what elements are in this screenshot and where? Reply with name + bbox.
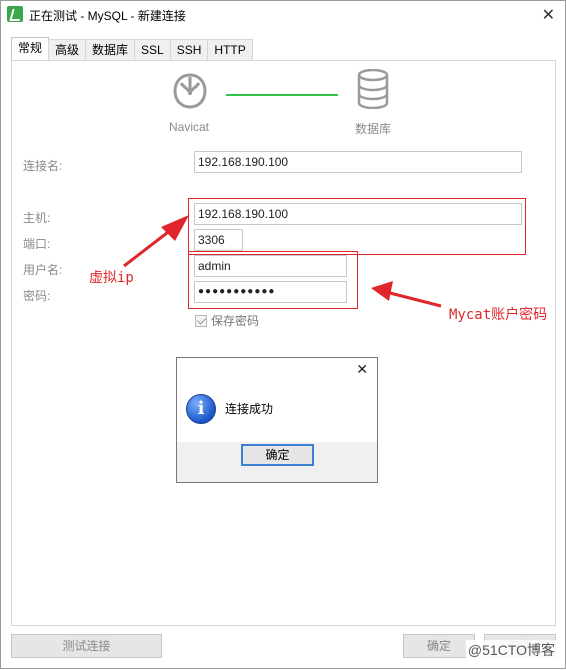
tab-advanced[interactable]: 高级 [48,39,87,61]
general-panel [11,60,556,626]
dialog-message: 连接成功 [225,402,274,416]
success-dialog: ✕ i 连接成功 确定 [176,357,378,483]
ok-button[interactable]: 确定 [403,634,475,658]
info-icon: i [186,394,216,424]
navicat-app-icon [7,6,23,22]
tab-http[interactable]: HTTP [207,39,253,61]
connection-window: 正在测试 - MySQL - 新建连接 ✕ 常规 高级 数据库 SSL SSH … [0,0,566,669]
dialog-close-icon[interactable]: ✕ [356,362,368,378]
host-port-highlight [188,198,526,255]
dialog-ok-button[interactable]: 确定 [241,444,314,466]
credentials-highlight [188,251,358,309]
save-password-row[interactable]: 保存密码 [195,312,259,329]
watermark: @51CTO博客 [465,640,557,660]
window-title: 正在测试 - MySQL - 新建连接 [29,9,186,23]
connection-line [226,94,338,96]
database-icon [357,69,389,109]
connection-name-label: 连接名: [23,159,63,173]
database-label: 数据库 [355,122,392,136]
test-connection-button[interactable]: 测试连接 [11,634,162,658]
connection-name-input[interactable]: 192.168.190.100 [194,151,522,173]
username-label: 用户名: [23,263,63,277]
virtual-ip-annotation: 虚拟ip [89,270,134,286]
tab-ssl[interactable]: SSL [134,39,171,61]
mycat-account-annotation: Mycat账户密码 [449,307,548,323]
navicat-logo-icon [173,73,207,109]
navicat-label: Navicat [169,120,210,134]
port-label: 端口: [23,237,51,251]
close-icon[interactable]: ✕ [542,5,555,24]
tab-bar: 常规 高级 数据库 SSL SSH HTTP [11,37,253,61]
tab-databases[interactable]: 数据库 [85,39,136,61]
tab-ssh[interactable]: SSH [169,39,209,61]
title-bar: 正在测试 - MySQL - 新建连接 ✕ [1,1,565,29]
password-label: 密码: [23,289,51,303]
save-password-label: 保存密码 [211,314,260,328]
tab-general[interactable]: 常规 [11,37,50,61]
host-label: 主机: [23,211,51,225]
save-password-checkbox[interactable] [195,314,207,327]
